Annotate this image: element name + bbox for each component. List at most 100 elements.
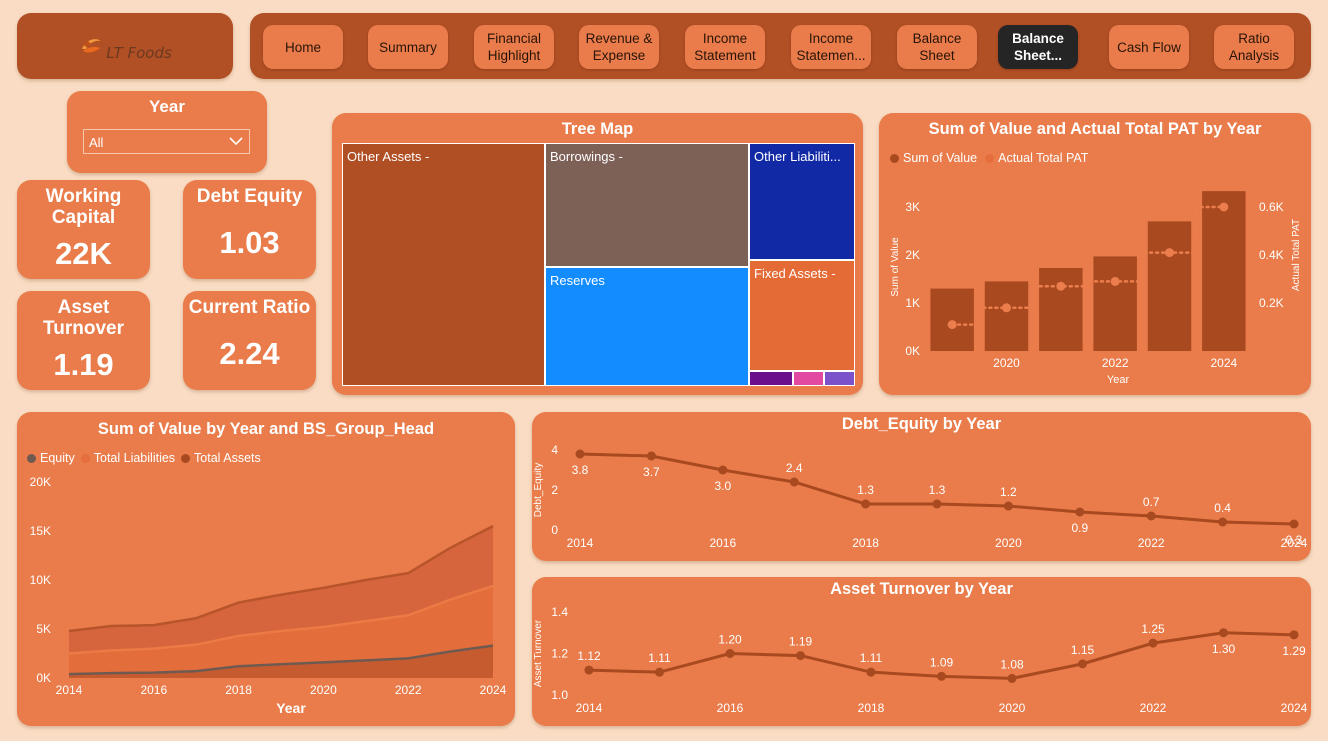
- kpi-working-capital-value: 22K: [55, 236, 112, 271]
- pat-point: [1219, 202, 1229, 212]
- kpi-debt-equity: Debt Equity 1.03: [183, 180, 316, 279]
- data-point: [725, 649, 735, 658]
- nav-button-cash-flow[interactable]: Cash Flow: [1109, 25, 1189, 69]
- treemap-tile[interactable]: [749, 371, 793, 386]
- treemap-card: Tree Map Other Assets - Borrowings - Reser…: [332, 113, 863, 395]
- data-label: 3.8: [572, 463, 589, 477]
- treemap-tile[interactable]: [793, 371, 824, 386]
- bar: [1093, 256, 1137, 351]
- x-axis-title: Year: [276, 700, 306, 716]
- data-point: [1007, 673, 1017, 683]
- data-label: 1.25: [1141, 622, 1165, 636]
- data-point: [1218, 517, 1228, 527]
- data-point: [937, 671, 946, 681]
- x-tick-label: 2024: [1210, 356, 1237, 370]
- nav-button-ratio-analysis[interactable]: Ratio Analysis: [1214, 25, 1294, 69]
- year-dropdown[interactable]: All: [83, 129, 250, 154]
- data-point: [575, 449, 585, 459]
- nav-button-summary[interactable]: Summary: [368, 25, 448, 69]
- x-tick-label: 2022: [1140, 701, 1167, 715]
- nav-button-balance-sheet[interactable]: Balance Sheet: [897, 25, 977, 69]
- data-label: 0.4: [1214, 501, 1231, 515]
- kpi-asset-turnover: Asset Turnover 1.19: [17, 291, 150, 390]
- data-label: 1.11: [648, 651, 671, 665]
- kpi-asset-turnover-value: 1.19: [53, 347, 114, 382]
- treemap-title: Tree Map: [561, 120, 634, 138]
- x-axis-title: Year: [1107, 374, 1130, 386]
- data-point: [1289, 630, 1299, 640]
- data-point: [861, 499, 871, 509]
- debt-equity-chart: 0243.8 3.73.02.41.3 1.3 1.20.90.7 0.40.32014…: [533, 443, 1308, 550]
- y2-tick-label: 0.6K: [1259, 200, 1284, 214]
- nav-button-home[interactable]: Home: [263, 25, 343, 69]
- y-tick-label: 1.2: [551, 647, 568, 661]
- y-tick-label: 1.0: [551, 688, 568, 702]
- data-label: 1.30: [1212, 642, 1236, 656]
- y-tick-label: 0: [551, 523, 558, 537]
- y-tick-label: 2K: [905, 248, 920, 262]
- y-tick-label: 15K: [30, 524, 51, 538]
- pat-point: [947, 320, 957, 330]
- nav-bar: Home Summary Financial Highlight Revenue & Ex…: [250, 13, 1311, 79]
- nav-button-revenue-expense[interactable]: Revenue & Expense: [579, 25, 659, 69]
- data-point: [1148, 638, 1158, 648]
- treemap-tile[interactable]: Reserves: [545, 267, 749, 386]
- data-label: 1.20: [718, 633, 742, 647]
- pat-chart: 0K 1K 2K 3K 0.2K 0.4K 0.6K 2020 2022 2024 Year Sum …: [890, 191, 1302, 386]
- treemap-tile[interactable]: Other Assets -: [342, 143, 545, 386]
- y-axis-title: Debt_Equity: [533, 463, 544, 517]
- data-label: 1.3: [929, 483, 946, 497]
- nav-button-income-statemen[interactable]: Income Statemen...: [791, 25, 871, 69]
- pat-point: [1056, 281, 1066, 291]
- x-tick-label: 2024: [1281, 701, 1308, 715]
- bs-area-chart-card: Sum of Value by Year and BS_Group_Head E…: [17, 412, 515, 726]
- treemap-tile[interactable]: [824, 371, 855, 386]
- x-tick-label: 2020: [993, 356, 1020, 370]
- x-tick-label: 2022: [395, 683, 422, 697]
- data-label: 1.19: [789, 635, 813, 649]
- asset-turnover-chart-card: Asset Turnover by Year 1.0 1.2 1.4 1.12 1.11…: [532, 577, 1311, 726]
- lt-foods-logo-icon: [82, 39, 102, 53]
- data-point: [932, 499, 942, 509]
- year-dropdown-value: All: [89, 135, 104, 150]
- brand-name: LT Foods: [106, 44, 172, 62]
- x-tick-label: 2016: [717, 701, 744, 715]
- data-point: [1075, 507, 1085, 517]
- data-label: 1.08: [1000, 657, 1024, 671]
- x-tick-label: 2020: [995, 536, 1022, 550]
- x-tick-label: 2014: [56, 683, 83, 697]
- x-tick-label: 2016: [709, 536, 736, 550]
- kpi-current-ratio-value: 2.24: [219, 336, 280, 371]
- treemap-tile[interactable]: Borrowings -: [545, 143, 749, 267]
- bar: [930, 288, 974, 351]
- treemap-tile[interactable]: Other Liabiliti...: [749, 143, 855, 260]
- bar: [984, 281, 1029, 351]
- x-tick-label: 2014: [576, 701, 603, 715]
- data-label: 3.0: [714, 479, 731, 493]
- y-tick-label: 2: [551, 483, 558, 497]
- y-axis-title: Asset Turnover: [533, 619, 544, 687]
- year-filter-title: Year: [149, 97, 185, 116]
- nav-button-balance-sheet[interactable]: Balance Sheet...: [998, 25, 1078, 69]
- data-label: 1.3: [857, 483, 874, 497]
- x-tick-label: 2022: [1138, 536, 1165, 550]
- x-tick-label: 2020: [999, 701, 1026, 715]
- data-point: [1219, 628, 1228, 638]
- y-tick-label: 1K: [905, 296, 920, 310]
- asset-turnover-chart: 1.0 1.2 1.4 1.12 1.11 1.20 1.19 1.11 1.09 1.08 1.1…: [533, 605, 1308, 715]
- pat-point: [1165, 248, 1174, 258]
- data-label: 0.7: [1143, 495, 1160, 509]
- treemap-tile[interactable]: Fixed Assets -: [749, 260, 855, 371]
- y-tick-label: 20K: [30, 475, 51, 489]
- x-tick-label: 2022: [1102, 356, 1129, 370]
- data-point: [584, 665, 594, 675]
- data-point: [866, 667, 876, 677]
- nav-button-income-statement[interactable]: Income Statement: [685, 25, 765, 69]
- kpi-debt-equity-title: Debt Equity: [196, 186, 303, 207]
- x-tick-label: 2020: [310, 683, 337, 697]
- data-label: 2.4: [786, 461, 803, 475]
- data-label: 1.12: [577, 649, 601, 663]
- nav-button-financial-highlight[interactable]: Financial Highlight: [474, 25, 554, 69]
- bar: [1147, 221, 1192, 351]
- data-label: 3.7: [643, 465, 660, 479]
